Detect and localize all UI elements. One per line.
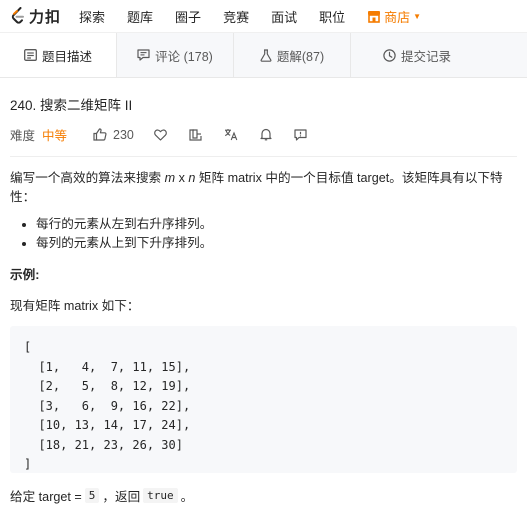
comment-icon: [137, 49, 150, 61]
nav-store[interactable]: 商店 ▼: [367, 7, 421, 26]
nav-jobs[interactable]: 职位: [319, 7, 345, 26]
tab-submissions-label: 提交记录: [400, 49, 451, 64]
store-icon: [367, 10, 381, 23]
bell-icon: [260, 128, 272, 141]
tab-description-label: 题目描述: [41, 49, 92, 64]
properties-list: 每行的元素从左到右升序排列。 每列的元素从上到下升序排列。: [10, 215, 517, 253]
difficulty-badge: 中等: [42, 129, 68, 143]
nav-contest[interactable]: 竞赛: [223, 7, 249, 26]
flask-icon: [260, 48, 272, 62]
logo-text: 力扣: [29, 8, 62, 26]
thumbs-up-icon: [93, 128, 107, 141]
result-code: true: [143, 488, 178, 503]
like-count: 230: [113, 127, 134, 142]
translate-icon: [224, 129, 238, 141]
share-icon: [189, 128, 202, 141]
target-code: 5: [84, 488, 100, 503]
document-icon: [24, 49, 37, 61]
translate-button[interactable]: [224, 128, 238, 141]
tab-description[interactable]: 题目描述: [0, 33, 117, 77]
description-text-1: 编写一个高效的算法来搜索: [10, 171, 165, 185]
difficulty-label: 难度: [10, 129, 36, 143]
problem-meta: 难度 中等 230: [10, 125, 517, 144]
leetcode-logo[interactable]: 力扣: [10, 6, 61, 27]
problem-title: 240. 搜索二维矩阵 II: [10, 98, 133, 113]
notify-button[interactable]: [260, 128, 272, 141]
example-intro: 现有矩阵 matrix 如下：: [10, 299, 140, 313]
example-heading: 示例:: [10, 268, 40, 282]
tab-comments[interactable]: 评论 (178): [117, 33, 234, 77]
description-x: x: [175, 171, 189, 185]
description-m: m: [164, 171, 176, 185]
tab-solutions-label: 题解(87): [276, 49, 325, 64]
nav-interview[interactable]: 面试: [271, 7, 297, 26]
feedback-button[interactable]: [294, 128, 307, 141]
nav-explore[interactable]: 探索: [79, 7, 105, 26]
list-item: 每列的元素从上到下升序排列。: [36, 234, 517, 253]
result-mid: ，返回: [102, 490, 141, 504]
result-suffix: 。: [180, 490, 194, 504]
chevron-down-icon: ▼: [413, 11, 422, 21]
result-prefix: 给定 target =: [10, 490, 82, 504]
example-result: 给定 target = 5 ，返回 true 。: [10, 486, 517, 505]
matrix-code-block: [ [1, 4, 7, 11, 15], [2, 5, 8, 12, 19], …: [10, 326, 517, 473]
heart-icon: [153, 128, 167, 141]
top-navigation: 力扣 探索 题库 圈子 竞赛 面试 职位 商店 ▼: [0, 0, 527, 33]
divider: [10, 156, 517, 157]
problem-description: 编写一个高效的算法来搜索 m x n 矩阵 matrix 中的一个目标值 tar…: [10, 169, 517, 207]
nav-circle[interactable]: 圈子: [175, 7, 201, 26]
share-button[interactable]: [189, 128, 202, 141]
list-item: 每行的元素从左到右升序排列。: [36, 215, 517, 234]
tab-comments-label: 评论 (178): [155, 49, 213, 64]
tab-submissions[interactable]: 提交记录: [351, 33, 483, 77]
clock-icon: [383, 48, 396, 62]
leetcode-logo-icon: [11, 7, 24, 24]
problem-content: 240. 搜索二维矩阵 II 难度 中等 230 编写一个高效的算法来搜索 m …: [0, 94, 527, 505]
feedback-icon: [294, 128, 307, 141]
nav-store-label: 商店: [384, 9, 411, 25]
favorite-button[interactable]: [153, 128, 167, 141]
like-button[interactable]: 230: [93, 128, 134, 142]
nav-problems[interactable]: 题库: [127, 7, 153, 26]
problem-tabs: 题目描述 评论 (178) 题解(87) 提交记录: [0, 33, 527, 78]
tab-solutions[interactable]: 题解(87): [234, 33, 351, 77]
